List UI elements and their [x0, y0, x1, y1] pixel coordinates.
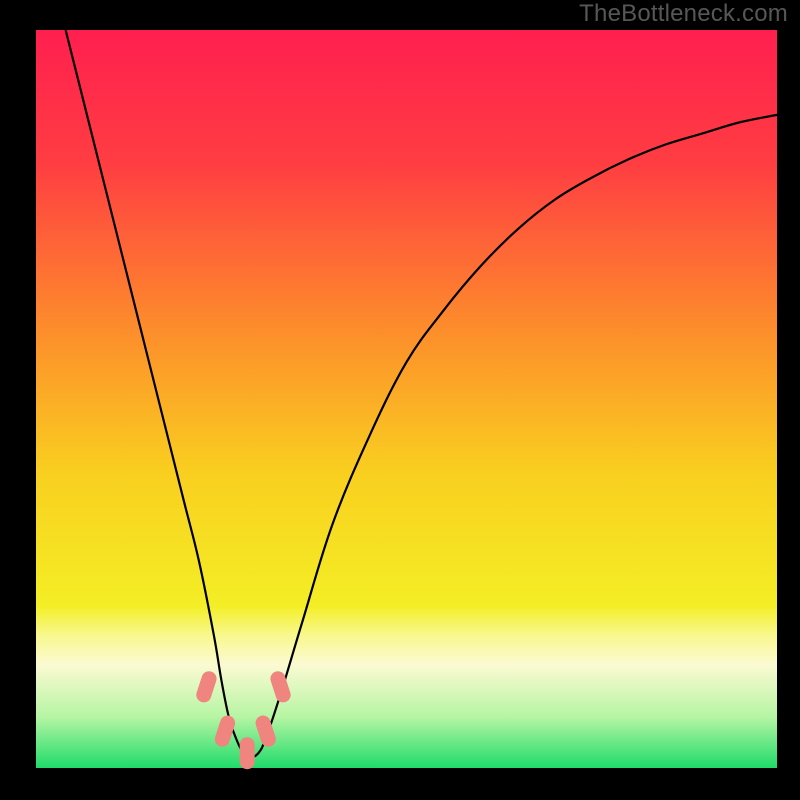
chart-container: TheBottleneck.com: [0, 0, 800, 800]
bottleneck-chart: [0, 0, 800, 800]
watermark-text: TheBottleneck.com: [579, 0, 788, 28]
plot-background: [36, 30, 777, 768]
sweet-spot-marker: [240, 737, 255, 769]
